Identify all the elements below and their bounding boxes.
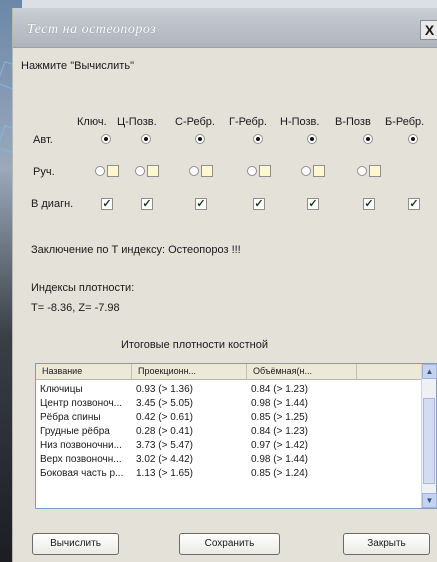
diag-checkbox[interactable]: ✓ <box>253 198 265 210</box>
auto-radio[interactable] <box>307 134 317 144</box>
column-header: С-Ребр. <box>175 116 215 128</box>
density-table[interactable]: Название Проекционн... Объёмная(н... Клю… <box>35 363 437 509</box>
osteoporosis-dialog: Тест на остеопороз X Нажмите "Вычислить"… <box>12 8 437 562</box>
table-cell: Верх позвоночн... <box>40 454 122 465</box>
table-cell: Ключицы <box>40 384 83 395</box>
diag-row-label: В диагн. <box>31 198 74 210</box>
table-row[interactable]: Боковая часть р... 1.13 (> 1.65) 0.85 (> 1… <box>36 468 422 479</box>
table-row[interactable]: Верх позвоночн... 3.02 (> 4.42) 0.98 (> 1.… <box>36 454 422 465</box>
manual-radio[interactable] <box>357 166 367 176</box>
close-icon[interactable]: X <box>420 20 437 40</box>
title-bar[interactable]: Тест на остеопороз X <box>13 8 437 48</box>
header-projection[interactable]: Проекционн... <box>132 364 247 380</box>
column-header: Ц-Позв. <box>117 116 157 128</box>
table-title: Итоговые плотности костной <box>121 339 269 351</box>
table-cell: 0.28 (> 0.41) <box>136 426 193 437</box>
header-volume[interactable]: Объёмная(н... <box>247 364 357 380</box>
table-cell: 0.98 (> 1.44) <box>251 454 308 465</box>
auto-radio[interactable] <box>101 134 111 144</box>
manual-value-button[interactable] <box>369 165 381 177</box>
table-cell: 0.93 (> 1.36) <box>136 384 193 395</box>
table-cell: 0.85 (> 1.24) <box>251 468 308 479</box>
column-header: Б-Ребр. <box>385 116 425 128</box>
manual-value-button[interactable] <box>259 165 271 177</box>
table-cell: 3.73 (> 5.47) <box>136 440 193 451</box>
table-row[interactable]: Низ позвоночни... 3.73 (> 5.47) 0.97 (> 1.… <box>36 440 422 451</box>
window-title: Тест на остеопороз <box>27 22 157 37</box>
save-button[interactable]: Сохранить <box>179 533 280 555</box>
diag-checkbox[interactable]: ✓ <box>195 198 207 210</box>
conclusion-text: Заключение по Т индексу: Остеопороз !!! <box>31 244 241 256</box>
manual-radio[interactable] <box>95 166 105 176</box>
manual-value-button[interactable] <box>107 165 119 177</box>
manual-value-button[interactable] <box>147 165 159 177</box>
auto-row-label: Авт. <box>33 134 53 146</box>
manual-value-button[interactable] <box>201 165 213 177</box>
table-scrollbar[interactable]: ▲ ▼ <box>421 364 437 508</box>
diag-checkbox[interactable]: ✓ <box>307 198 319 210</box>
auto-radio[interactable] <box>253 134 263 144</box>
diag-checkbox[interactable]: ✓ <box>408 198 420 210</box>
indices-title: Индексы плотности: <box>31 282 135 294</box>
table-cell: Центр позвоноч... <box>40 398 123 409</box>
diag-checkbox[interactable]: ✓ <box>101 198 113 210</box>
column-header: Ключ. <box>77 116 107 128</box>
auto-radio[interactable] <box>408 134 418 144</box>
table-cell: Грудные рёбра <box>40 426 110 437</box>
column-header: Н-Позв. <box>280 116 320 128</box>
table-cell: Низ позвоночни... <box>40 440 122 451</box>
table-cell: 0.85 (> 1.25) <box>251 412 308 423</box>
desktop-strip <box>0 0 437 8</box>
indices-values: T= -8.36, Z= -7.98 <box>31 302 120 314</box>
table-cell: 0.84 (> 1.23) <box>251 384 308 395</box>
manual-radio[interactable] <box>247 166 257 176</box>
manual-row-label: Руч. <box>33 166 55 178</box>
manual-value-button[interactable] <box>313 165 325 177</box>
table-cell: 0.98 (> 1.44) <box>251 398 308 409</box>
scroll-up-icon[interactable]: ▲ <box>422 364 437 379</box>
table-row[interactable]: Рёбра спины 0.42 (> 0.61) 0.85 (> 1.25) <box>36 412 422 423</box>
diag-checkbox[interactable]: ✓ <box>363 198 375 210</box>
scroll-down-icon[interactable]: ▼ <box>422 493 437 508</box>
auto-radio[interactable] <box>195 134 205 144</box>
manual-radio[interactable] <box>189 166 199 176</box>
calculate-button[interactable]: Вычислить <box>32 533 119 555</box>
table-cell: 0.84 (> 1.23) <box>251 426 308 437</box>
table-cell: 1.13 (> 1.65) <box>136 468 193 479</box>
table-cell: 3.02 (> 4.42) <box>136 454 193 465</box>
table-row[interactable]: Центр позвоноч... 3.45 (> 5.05) 0.98 (> 1.… <box>36 398 422 409</box>
header-name[interactable]: Название <box>36 364 132 380</box>
column-header: В-Позв <box>335 116 371 128</box>
diag-checkbox[interactable]: ✓ <box>141 198 153 210</box>
auto-radio[interactable] <box>363 134 373 144</box>
instruction-text: Нажмите "Вычислить" <box>21 60 134 72</box>
manual-radio[interactable] <box>301 166 311 176</box>
column-header: Г-Ребр. <box>229 116 267 128</box>
table-cell: 0.97 (> 1.42) <box>251 440 308 451</box>
table-cell: 0.42 (> 0.61) <box>136 412 193 423</box>
table-header: Название Проекционн... Объёмная(н... <box>36 364 422 380</box>
table-row[interactable]: Грудные рёбра 0.28 (> 0.41) 0.84 (> 1.23) <box>36 426 422 437</box>
table-cell: 3.45 (> 5.05) <box>136 398 193 409</box>
scroll-thumb[interactable] <box>423 398 435 484</box>
auto-radio[interactable] <box>141 134 151 144</box>
manual-radio[interactable] <box>135 166 145 176</box>
table-row[interactable]: Ключицы 0.93 (> 1.36) 0.84 (> 1.23) <box>36 384 422 395</box>
close-button[interactable]: Закрыть <box>343 533 430 555</box>
table-cell: Рёбра спины <box>40 412 101 423</box>
table-cell: Боковая часть р... <box>40 468 124 479</box>
